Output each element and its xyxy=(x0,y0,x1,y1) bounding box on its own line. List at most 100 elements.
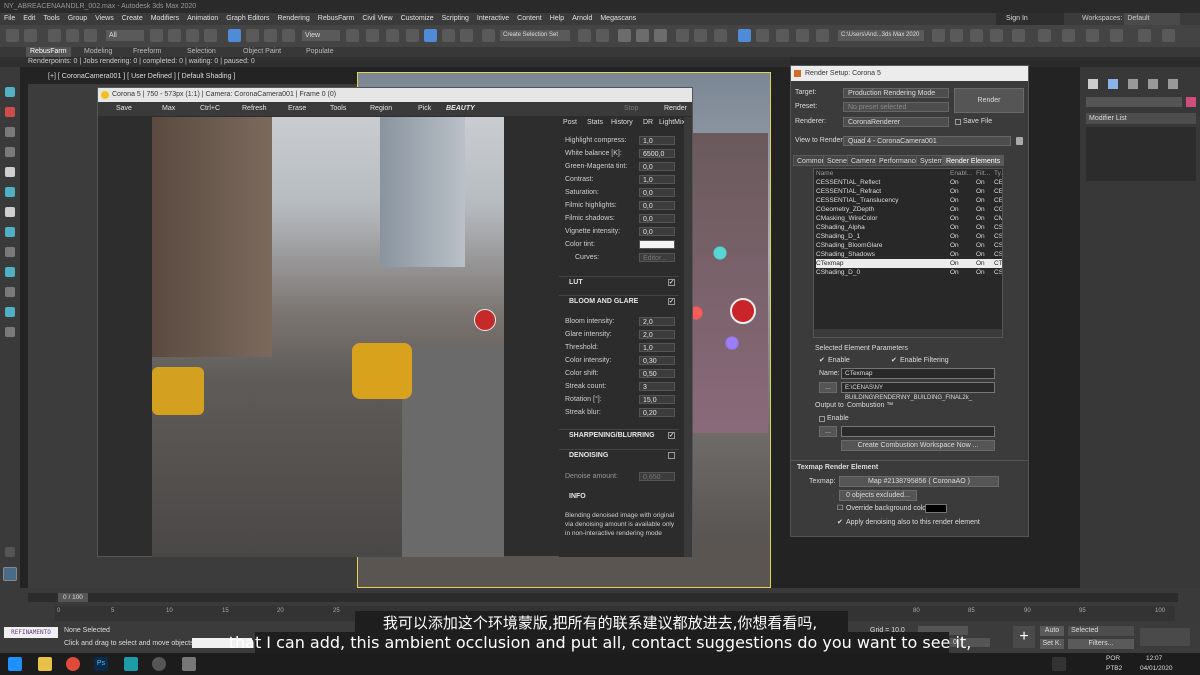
spinner-snap-icon[interactable] xyxy=(460,29,473,42)
target-dropdown[interactable]: Production Rendering Mode xyxy=(843,88,949,98)
select-manipulate-icon[interactable] xyxy=(366,29,379,42)
lut-checkbox[interactable]: ✓ xyxy=(668,279,675,286)
create-panel-icon[interactable] xyxy=(1088,79,1098,89)
tab-render-elements[interactable]: Render Elements xyxy=(942,155,1005,166)
obs-icon[interactable] xyxy=(152,657,166,671)
rendered-image[interactable] xyxy=(152,117,504,557)
color-tint-swatch[interactable] xyxy=(639,240,675,249)
sharpen-checkbox[interactable]: ✓ xyxy=(668,432,675,439)
color-shift-spinner[interactable]: 0,50 xyxy=(639,369,675,378)
unlink-icon[interactable] xyxy=(66,29,79,42)
snaps-toggle-icon[interactable] xyxy=(406,29,419,42)
tab-modeling[interactable]: Modeling xyxy=(84,47,112,57)
tab-object-paint[interactable]: Object Paint xyxy=(243,47,281,57)
filmic-shadows-spinner[interactable]: 0,0 xyxy=(639,214,675,223)
vfb-tab-post[interactable]: Post xyxy=(563,117,577,128)
saturation-spinner[interactable]: 0,0 xyxy=(639,188,675,197)
container-icon[interactable] xyxy=(5,327,15,337)
link-tool-icon[interactable] xyxy=(5,307,15,317)
cube-icon[interactable] xyxy=(5,207,15,217)
preset-dropdown[interactable]: No preset selected xyxy=(843,102,949,112)
corona-icon[interactable] xyxy=(1012,29,1025,42)
section-sharpening[interactable]: SHARPENING/BLURRING ✓ xyxy=(559,429,679,441)
mirror-icon[interactable] xyxy=(578,29,591,42)
freeform-icon[interactable] xyxy=(5,147,15,157)
window-crossing-icon[interactable] xyxy=(204,29,217,42)
menu-customize[interactable]: Customize xyxy=(397,13,438,25)
white-balance-spinner[interactable]: 6500,0 xyxy=(639,149,675,158)
menu-group[interactable]: Group xyxy=(64,13,91,25)
selection-filter-dropdown[interactable]: All xyxy=(106,30,144,41)
photos-icon[interactable] xyxy=(182,657,196,671)
view-to-render-dropdown[interactable]: Quad 4 - CoronaCamera001 xyxy=(843,136,1011,146)
vfb-refresh-button[interactable]: Refresh xyxy=(242,102,267,116)
list-item[interactable]: CShading_BloomGlare On On CSh xyxy=(816,241,1002,250)
select-rotate-icon[interactable] xyxy=(246,29,259,42)
texmap-rollout-title[interactable]: Texmap Render Element xyxy=(797,463,878,473)
header-type[interactable]: Ty... xyxy=(994,169,1002,178)
header-name[interactable]: Name xyxy=(816,169,833,178)
3dsmax-icon[interactable] xyxy=(124,657,138,671)
green-magenta-spinner[interactable]: 0,0 xyxy=(639,162,675,171)
hierarchy-panel-icon[interactable] xyxy=(1128,79,1138,89)
render-in-cloud-icon[interactable] xyxy=(816,29,829,42)
file-explorer-icon[interactable] xyxy=(38,657,52,671)
header-enabled[interactable]: Enabl... xyxy=(950,169,972,178)
time-slider-thumb[interactable]: 0 / 100 xyxy=(58,593,88,602)
bloom-intensity-spinner[interactable]: 2,0 xyxy=(639,317,675,326)
curve-editor-icon[interactable] xyxy=(676,29,689,42)
list-item[interactable]: CESSENTIAL_Refract On On CES xyxy=(816,187,1002,196)
select-move-icon[interactable] xyxy=(228,29,241,42)
menu-modifiers[interactable]: Modifiers xyxy=(147,13,183,25)
bloom-checkbox[interactable]: ✓ xyxy=(668,298,675,305)
output-path-field[interactable]: E:\CENAS\NY BUILDING\RENDER\NY_BUILDING_… xyxy=(841,382,995,401)
vfb-region-button[interactable]: Region xyxy=(370,102,392,116)
project-folder-icon[interactable] xyxy=(932,29,945,42)
percent-snap-icon[interactable] xyxy=(442,29,455,42)
tab-rebusfarm[interactable]: RebusFarm xyxy=(26,47,71,57)
corona-material-icon[interactable] xyxy=(1086,29,1099,42)
vfb-erase-button[interactable]: Erase xyxy=(288,102,306,116)
menu-graph-editors[interactable]: Graph Editors xyxy=(222,13,273,25)
stack-icon[interactable] xyxy=(5,287,15,297)
header-filter[interactable]: Filt... xyxy=(976,169,990,178)
shopping-cart-icon[interactable] xyxy=(1138,29,1151,42)
vfb-pick-button[interactable]: Pick xyxy=(418,102,431,116)
highlight-compress-spinner[interactable]: 1,0 xyxy=(639,136,675,145)
sphere-icon[interactable] xyxy=(5,187,15,197)
layer-explorer-icon[interactable] xyxy=(636,29,649,42)
vfb-scrollbar[interactable] xyxy=(684,117,692,557)
modify-panel-icon[interactable] xyxy=(1108,79,1118,89)
object-color-swatch[interactable] xyxy=(1186,97,1196,107)
photoshop-icon[interactable]: Ps xyxy=(94,657,108,671)
tab-selection[interactable]: Selection xyxy=(187,47,216,57)
list-item[interactable]: CShading_Shadows On On CSh xyxy=(816,250,1002,259)
menu-file[interactable]: File xyxy=(0,13,19,25)
keyboard-shortcut-icon[interactable] xyxy=(386,29,399,42)
threshold-spinner[interactable]: 1,0 xyxy=(639,343,675,352)
list-item[interactable]: CShading_Alpha On On CSh xyxy=(816,223,1002,232)
toggle-ribbon-icon[interactable] xyxy=(654,29,667,42)
filmic-highlights-spinner[interactable]: 0,0 xyxy=(639,201,675,210)
angle-snap-icon[interactable] xyxy=(424,29,437,42)
clock-time[interactable]: 12:07 xyxy=(1146,655,1162,662)
section-lut[interactable]: LUT ✓ xyxy=(559,276,679,288)
color-intensity-spinner[interactable]: 0,30 xyxy=(639,356,675,365)
place-icon[interactable] xyxy=(282,29,295,42)
vfb-max-button[interactable]: Max xyxy=(162,102,175,116)
link-icon[interactable] xyxy=(48,29,61,42)
lock-icon[interactable] xyxy=(1016,137,1023,145)
vfb-ctrlc-button[interactable]: Ctrl+C xyxy=(200,102,220,116)
vfb-tab-dr[interactable]: DR xyxy=(643,117,653,128)
curves-editor-button[interactable]: Editor... xyxy=(639,253,675,262)
modifier-stack[interactable] xyxy=(1086,127,1196,181)
menu-scripting[interactable]: Scripting xyxy=(438,13,473,25)
menu-civil-view[interactable]: Civil View xyxy=(358,13,396,25)
section-bloom-glare[interactable]: BLOOM AND GLARE ✓ xyxy=(559,295,679,307)
menu-arnold[interactable]: Arnold xyxy=(568,13,596,25)
menu-animation[interactable]: Animation xyxy=(183,13,222,25)
menu-megascans[interactable]: Megascans xyxy=(596,13,640,25)
menu-views[interactable]: Views xyxy=(91,13,118,25)
render-production-icon[interactable] xyxy=(776,29,789,42)
override-bg-checkbox[interactable]: ☐ xyxy=(837,504,843,514)
